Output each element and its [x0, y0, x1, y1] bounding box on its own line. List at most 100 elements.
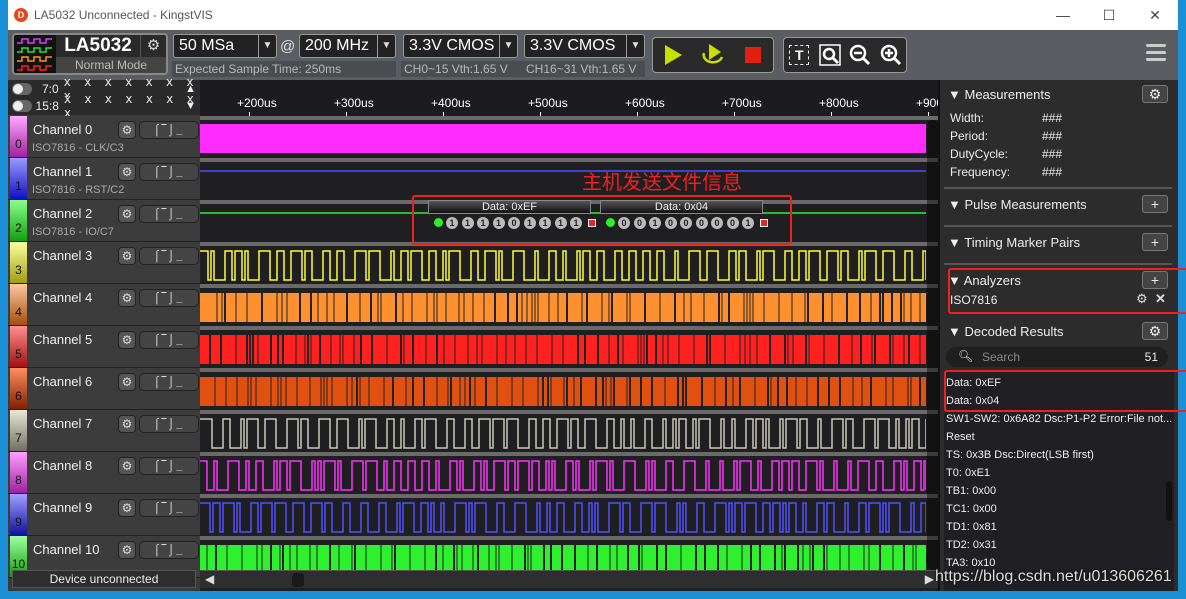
decoded-result-item[interactable]: TD1: 0x81 — [946, 521, 997, 533]
timing-markers-header[interactable]: ▼ Timing Marker Pairs — [948, 235, 1080, 250]
trigger-select-icon[interactable]: ⌠‾⌡_ — [139, 415, 199, 433]
search-input[interactable]: 🔍︎ Search 51 — [946, 347, 1168, 367]
waveform-lane[interactable] — [200, 326, 938, 368]
waveform-lane[interactable] — [200, 242, 938, 284]
scrollbar-thumb[interactable] — [292, 573, 304, 587]
time-ruler[interactable]: +200us +300us +400us +500us +600us +700us +800… — [200, 80, 943, 116]
pulse-measurements-header[interactable]: ▼ Pulse Measurements — [948, 197, 1087, 212]
waveform-lane[interactable] — [200, 368, 938, 410]
zoom-out-icon[interactable] — [845, 40, 875, 70]
decoded-results-header[interactable]: ▼ Decoded Results — [948, 324, 1063, 339]
channel-name[interactable]: Channel 2 — [33, 206, 92, 221]
channel-name[interactable]: Channel 8 — [33, 458, 92, 473]
menu-icon[interactable] — [1146, 44, 1166, 65]
channel-row[interactable]: 7 Channel 7 ⚙ ⌠‾⌡_ — [8, 410, 200, 452]
play-icon[interactable] — [658, 40, 688, 70]
channel-row[interactable]: 9 Channel 9 ⚙ ⌠‾⌡_ — [8, 494, 200, 536]
decoded-result-item[interactable]: Reset — [946, 431, 975, 443]
trigger-select-icon[interactable]: ⌠‾⌡_ — [139, 541, 199, 559]
channel-name[interactable]: Channel 9 — [33, 500, 92, 515]
maximize-button[interactable]: ☐ — [1086, 0, 1132, 30]
channel-settings-icon[interactable]: ⚙ — [118, 541, 136, 559]
trigger-select-icon[interactable]: ⌠‾⌡_ — [139, 499, 199, 517]
decoded-result-item[interactable]: TC1: 0x00 — [946, 503, 997, 515]
channel-row[interactable]: 8 Channel 8 ⚙ ⌠‾⌡_ — [8, 452, 200, 494]
trigger-select-icon[interactable]: ⌠‾⌡_ — [139, 289, 199, 307]
voltage-select-a[interactable]: 3.3V CMOS ▼ — [403, 34, 518, 58]
channel-settings-icon[interactable]: ⚙ — [118, 289, 136, 307]
channel-settings-icon[interactable]: ⚙ — [118, 499, 136, 517]
zoom-in-icon[interactable] — [876, 40, 906, 70]
trigger-select-icon[interactable]: ⌠‾⌡_ — [139, 247, 199, 265]
sample-depth-select[interactable]: 50 MSa ▼ — [173, 34, 277, 58]
decoded-result-item[interactable]: T0: 0xE1 — [946, 467, 990, 479]
channel-row[interactable]: 0 Channel 0 ISO7816 - CLK/C3 ⚙ ⌠‾⌡_ — [8, 116, 200, 158]
sample-rate-select[interactable]: 200 MHz ▼ — [299, 34, 396, 58]
trigger-select-icon[interactable]: ⌠‾⌡_ — [139, 373, 199, 391]
channel-name[interactable]: Channel 3 — [33, 248, 92, 263]
trigger-select-icon[interactable]: ⌠‾⌡_ — [139, 121, 199, 139]
horizontal-scrollbar[interactable]: ◀ ▶ — [200, 570, 938, 588]
measurements-header[interactable]: ▼ Measurements — [948, 87, 1050, 102]
minimize-button[interactable]: — — [1040, 0, 1086, 30]
channel-settings-icon[interactable]: ⚙ — [118, 205, 136, 223]
channel-settings-icon[interactable]: ⚙ — [118, 247, 136, 265]
decoded-result-item[interactable]: TD2: 0x31 — [946, 539, 997, 551]
results-scrollbar[interactable] — [1166, 481, 1172, 521]
channel-name[interactable]: Channel 1 — [33, 164, 92, 179]
channel-name[interactable]: Channel 0 — [33, 122, 92, 137]
close-button[interactable]: ✕ — [1132, 0, 1178, 30]
bit-marker: 0 — [664, 217, 677, 229]
zoom-fit-icon[interactable] — [815, 40, 845, 70]
channel-name[interactable]: Channel 4 — [33, 290, 92, 305]
bus-toggle[interactable] — [12, 100, 32, 112]
text-marker-icon[interactable]: T — [784, 40, 814, 70]
decoded-result-item[interactable]: SW1-SW2: 0x6A82 Dsc:P1-P2 Error:File not… — [946, 413, 1172, 425]
decoded-settings-icon[interactable]: ⚙ — [1142, 322, 1168, 340]
vertical-scrollbar[interactable] — [927, 120, 938, 570]
channel-settings-icon[interactable]: ⚙ — [118, 457, 136, 475]
channel-row[interactable]: 4 Channel 4 ⚙ ⌠‾⌡_ — [8, 284, 200, 326]
device-box[interactable]: LA5032 ⚙ Normal Mode — [12, 33, 168, 75]
device-settings-icon[interactable]: ⚙ — [140, 35, 166, 57]
measurements-settings-icon[interactable]: ⚙ — [1142, 85, 1168, 103]
trigger-select-icon[interactable]: ⌠‾⌡_ — [139, 457, 199, 475]
loop-play-icon[interactable] — [698, 40, 728, 70]
waveform-lane[interactable] — [200, 410, 938, 452]
channel-row[interactable]: 2 Channel 2 ISO7816 - IO/C7 ⚙ ⌠‾⌡_ — [8, 200, 200, 242]
channel-settings-icon[interactable]: ⚙ — [118, 373, 136, 391]
bus-toggle[interactable] — [12, 83, 32, 95]
channel-settings-icon[interactable]: ⚙ — [118, 163, 136, 181]
stop-icon[interactable] — [738, 40, 768, 70]
waveform-lane[interactable] — [200, 284, 938, 326]
add-timing-pair-button[interactable]: + — [1142, 233, 1168, 251]
waveform-lane[interactable] — [200, 116, 938, 158]
trigger-select-icon[interactable]: ⌠‾⌡_ — [139, 205, 199, 223]
channel-name[interactable]: Channel 7 — [33, 416, 92, 431]
waveform-lane[interactable] — [200, 494, 938, 536]
trigger-select-icon[interactable]: ⌠‾⌡_ — [139, 163, 199, 181]
channel-settings-icon[interactable]: ⚙ — [118, 331, 136, 349]
channel-settings-icon[interactable]: ⚙ — [118, 415, 136, 433]
add-pulse-button[interactable]: + — [1142, 195, 1168, 213]
channel-row[interactable]: 3 Channel 3 ⚙ ⌠‾⌡_ — [8, 242, 200, 284]
channel-row[interactable]: 1 Channel 1 ISO7816 - RST/C2 ⚙ ⌠‾⌡_ — [8, 158, 200, 200]
decoded-result-item[interactable]: TS: 0x3B Dsc:Direct(LSB first) — [946, 449, 1094, 461]
channel-name[interactable]: Channel 5 — [33, 332, 92, 347]
decoded-frame-label[interactable]: Data: 0x04 — [600, 200, 763, 214]
waveform-lane[interactable] — [200, 158, 938, 200]
channel-row[interactable]: 5 Channel 5 ⚙ ⌠‾⌡_ — [8, 326, 200, 368]
voltage-select-b[interactable]: 3.3V CMOS ▼ — [524, 34, 645, 58]
channel-settings-icon[interactable]: ⚙ — [118, 121, 136, 139]
decoded-result-item[interactable]: TB1: 0x00 — [946, 485, 996, 497]
scroll-right-icon[interactable]: ▶ — [925, 572, 934, 586]
channel-row[interactable]: 6 Channel 6 ⚙ ⌠‾⌡_ — [8, 368, 200, 410]
channel-name[interactable]: Channel 10 — [33, 542, 100, 557]
trigger-select-icon[interactable]: ⌠‾⌡_ — [139, 331, 199, 349]
channel-name[interactable]: Channel 6 — [33, 374, 92, 389]
waveform-lane[interactable] — [200, 452, 938, 494]
scroll-left-icon[interactable]: ◀ — [205, 572, 214, 586]
decoded-frame-label[interactable]: Data: 0xEF — [428, 200, 591, 214]
arrow-down-icon[interactable]: ▼ — [185, 100, 196, 112]
waveform-area[interactable]: +200us +300us +400us +500us +600us +700us +800… — [200, 80, 943, 591]
